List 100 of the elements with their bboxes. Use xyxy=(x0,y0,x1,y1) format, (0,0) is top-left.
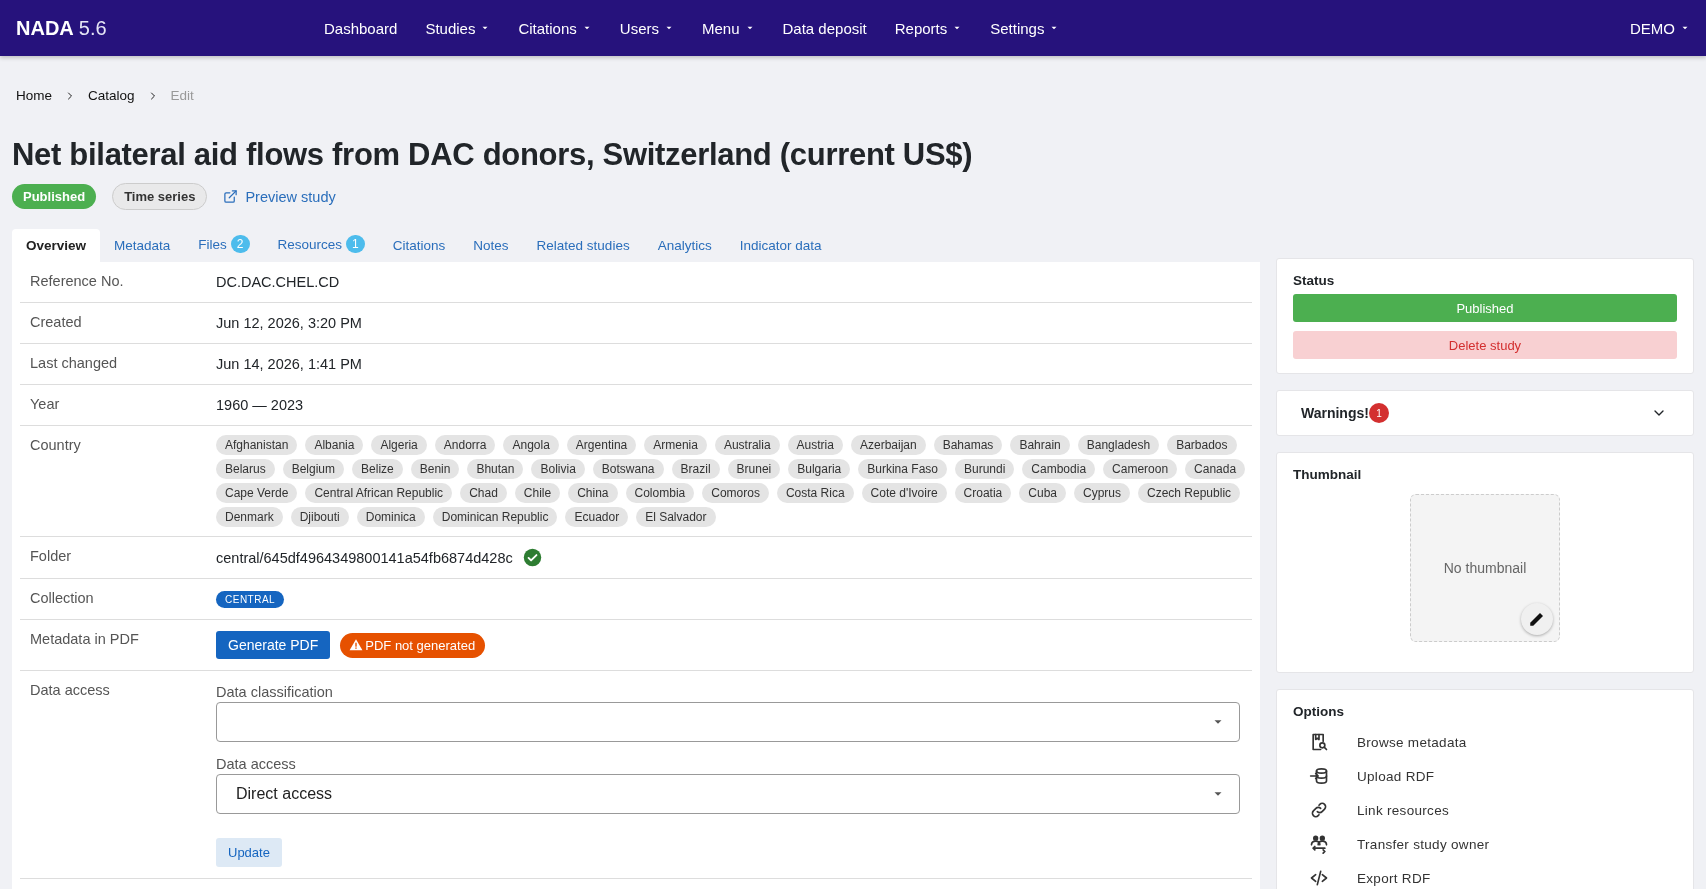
country-chip: Albania xyxy=(305,435,364,456)
page-title: Net bilateral aid flows from DAC donors, Switzerland (current US$) xyxy=(12,136,974,174)
country-chip: Afghanistan xyxy=(216,435,298,456)
collection-tag: CENTRAL xyxy=(216,590,285,608)
option-link[interactable]: Upload RDF xyxy=(1293,759,1677,794)
warning-icon xyxy=(349,638,364,653)
nav-link[interactable]: Users xyxy=(605,19,688,37)
country-chip: Colombia xyxy=(625,483,695,504)
option-link[interactable]: Export RDF xyxy=(1293,861,1677,889)
country-chip: Bulgaria xyxy=(788,459,851,480)
country-chip: Azerbaijan xyxy=(850,435,926,456)
type-badge: Time series xyxy=(112,183,208,211)
count-badge: 2 xyxy=(230,235,250,254)
nav-link[interactable]: Menu xyxy=(687,19,769,37)
field-label: Country xyxy=(29,436,82,456)
card-title: Options xyxy=(1293,704,1345,720)
field-label: Created xyxy=(29,313,83,333)
app-logo[interactable]: NADA 5.6 xyxy=(16,16,310,40)
option-link[interactable]: Link resources xyxy=(1293,793,1677,828)
country-chip: Denmark xyxy=(216,507,283,528)
country-chip: Bhutan xyxy=(467,459,524,480)
country-chip: Argentina xyxy=(566,435,637,456)
country-chip: Brazil xyxy=(671,459,720,480)
nav-link[interactable]: Data deposit xyxy=(768,19,881,37)
status-badge: Published xyxy=(12,184,97,210)
country-chip: Bolivia xyxy=(531,459,585,480)
field-label: Data access xyxy=(29,681,111,701)
country-chip: Belgium xyxy=(282,459,345,480)
field-label: Last changed xyxy=(29,354,119,374)
select-field[interactable] xyxy=(216,702,1240,743)
country-chip: Cuba xyxy=(1019,483,1066,504)
placeholder-text: No thumbnail xyxy=(1443,560,1527,577)
country-chip: Algeria xyxy=(371,435,427,456)
database-import-icon xyxy=(1309,766,1329,787)
tab[interactable]: Indicator data xyxy=(725,229,836,263)
nav-link[interactable]: Settings xyxy=(976,19,1074,37)
country-chip: China xyxy=(568,483,618,504)
option-link[interactable]: Transfer study owner xyxy=(1293,827,1677,862)
country-chip: Botswana xyxy=(592,459,664,480)
country-chip: Central African Republic xyxy=(305,483,453,504)
select-field[interactable]: Direct access xyxy=(216,774,1240,815)
country-chip: Austria xyxy=(787,435,843,456)
field-label: Reference No. xyxy=(29,272,125,292)
tab[interactable]: Analytics xyxy=(643,229,726,263)
document-search-icon xyxy=(1309,732,1329,753)
country-chip: Burkina Faso xyxy=(858,459,947,480)
tab[interactable]: Overview xyxy=(12,229,101,263)
country-chip: Brunei xyxy=(727,459,781,480)
country-chip: Croatia xyxy=(954,483,1012,504)
country-chip: Belarus xyxy=(216,459,275,480)
country-chip: Costa Rica xyxy=(776,483,854,504)
country-chip: Cape Verde xyxy=(216,483,298,504)
country-chip: Canada xyxy=(1185,459,1246,480)
generate-pdf-button[interactable]: Generate PDF xyxy=(216,631,331,660)
breadcrumb-link[interactable]: Catalog xyxy=(88,88,135,103)
nav-link[interactable]: Studies xyxy=(411,19,505,37)
option-link[interactable]: Browse metadata xyxy=(1293,725,1677,760)
delete-study-button[interactable]: Delete study xyxy=(1293,331,1677,360)
country-chip: Bangladesh xyxy=(1077,435,1160,456)
field-value: 1960 — 2023 xyxy=(216,397,304,414)
count-badge: 1 xyxy=(1368,403,1389,424)
country-chip: Belize xyxy=(352,459,403,480)
nav-link[interactable]: Reports xyxy=(880,19,977,37)
country-chip: Bahrain xyxy=(1010,435,1070,456)
country-chip: Cameroon xyxy=(1103,459,1178,480)
nav-link[interactable]: Dashboard xyxy=(310,19,412,37)
warning-badge: PDF not generated xyxy=(340,632,486,658)
field-label: Data access xyxy=(216,756,297,773)
field-label: Folder xyxy=(29,547,73,567)
card-title: Thumbnail xyxy=(1293,467,1363,483)
country-chip: Australia xyxy=(714,435,780,456)
tab[interactable]: Citations xyxy=(378,229,460,263)
country-chip: Armenia xyxy=(644,435,707,456)
tab[interactable]: Related studies xyxy=(522,229,644,263)
country-chip: El Salvador xyxy=(636,507,716,528)
current-page-label: Edit xyxy=(170,88,194,103)
field-value: Jun 12, 2026, 3:20 PM xyxy=(216,315,362,332)
nav-link[interactable]: Citations xyxy=(504,19,606,37)
tab[interactable]: Files 2 xyxy=(184,226,264,263)
external-link-icon xyxy=(223,189,239,205)
field-label: Year xyxy=(29,395,61,415)
tab[interactable]: Metadata xyxy=(100,229,185,263)
user-menu[interactable]: DEMO xyxy=(1616,19,1690,37)
field-label: Collection xyxy=(29,589,95,609)
breadcrumb-link[interactable]: Home xyxy=(16,88,52,103)
count-badge: 1 xyxy=(346,235,365,254)
edit-button[interactable] xyxy=(1521,603,1553,636)
country-chip: Djibouti xyxy=(290,507,349,528)
country-chip: Chile xyxy=(514,483,561,504)
country-chip: Czech Republic xyxy=(1138,483,1241,504)
country-chip: Bahamas xyxy=(933,435,1003,456)
tab[interactable]: Resources 1 xyxy=(263,226,379,263)
warnings-panel[interactable]: Warnings! 1 xyxy=(1276,390,1694,437)
field-value: DC.DAC.CHEL.CD xyxy=(216,274,340,291)
preview-link[interactable]: Preview study xyxy=(223,188,336,205)
country-chip: Cote d'Ivoire xyxy=(861,483,947,504)
card-title: Warnings! xyxy=(1301,405,1369,422)
country-chip: Barbados xyxy=(1167,435,1237,456)
tab[interactable]: Notes xyxy=(459,229,523,263)
update-button[interactable]: Update xyxy=(216,838,282,868)
